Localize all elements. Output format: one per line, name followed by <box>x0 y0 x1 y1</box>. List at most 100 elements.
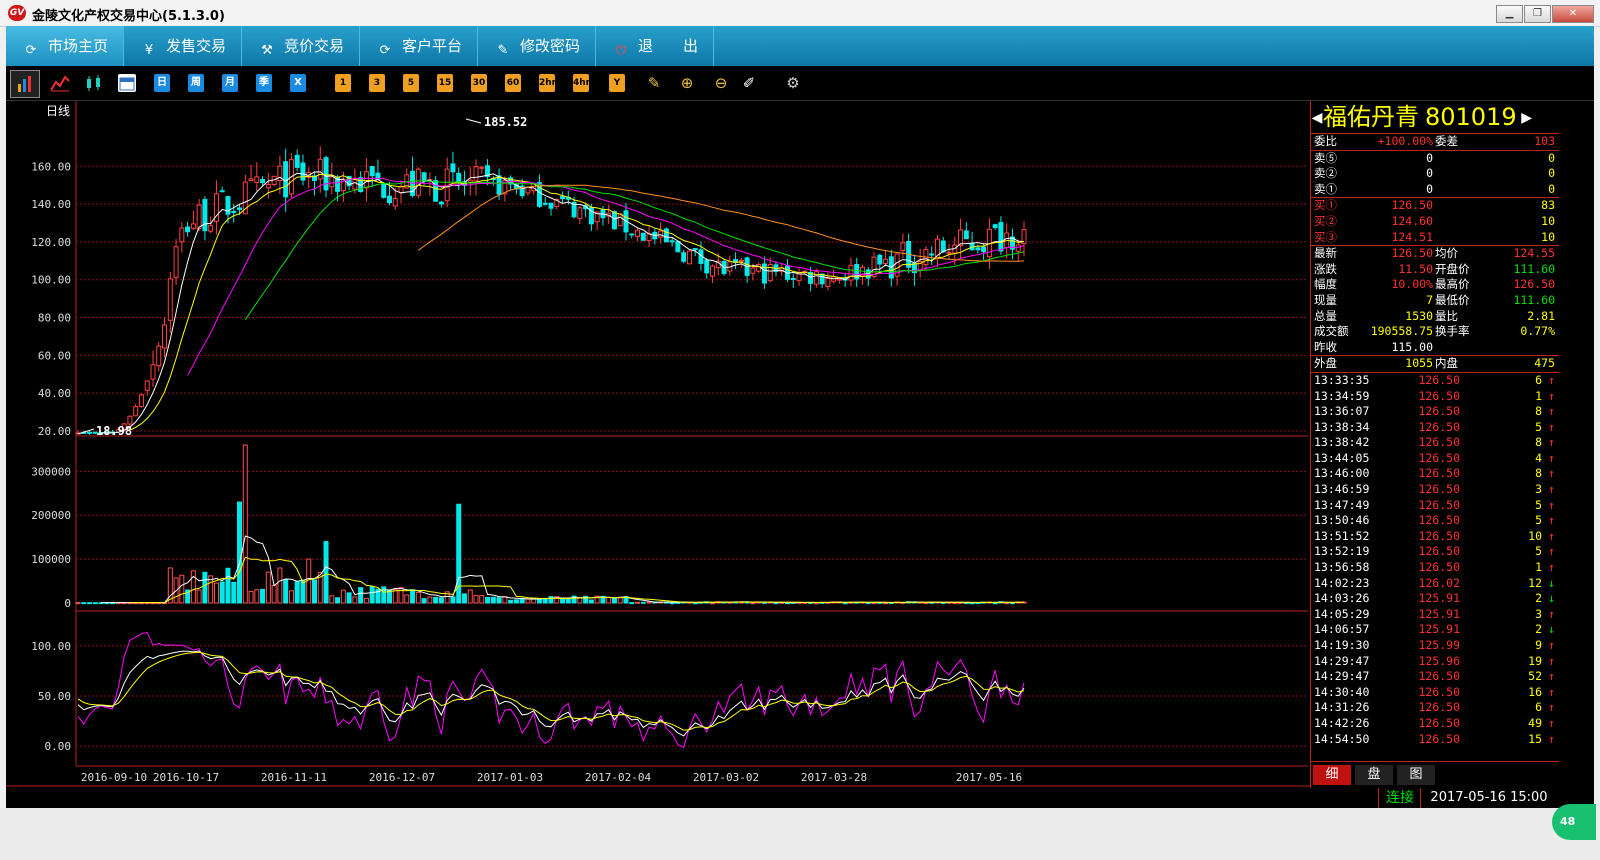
minute-button-6[interactable]: 2hr <box>539 74 556 92</box>
minute-button-2[interactable]: 5 <box>403 74 419 92</box>
menu-label: 退 出 <box>638 37 699 55</box>
tick-volume: 6 <box>1535 700 1542 715</box>
kline-chart-svg[interactable]: 日线 160.00 140.00 120.00 100.00 80.00 60.00 40.0… <box>6 101 1310 788</box>
minute-button-7[interactable]: 4hr <box>573 74 590 92</box>
candle-body <box>317 158 323 180</box>
bottom-bar <box>0 808 1600 860</box>
calendar-icon[interactable] <box>118 74 136 92</box>
chart-toolbar: 日周月季 X 1 3 5 15 30 60 2hr 4hr Y ✎ ⊕ ⊖ ✐ ⚙ <box>6 66 1594 101</box>
minute-button-3[interactable]: 15 <box>437 74 453 92</box>
window-title: 金陵文化产权交易中心(5.1.3.0) <box>32 9 225 24</box>
tick-time: 14:03:26 <box>1314 591 1370 606</box>
volume-bar <box>265 571 271 604</box>
next-stock-icon[interactable]: ▶ <box>1521 102 1533 133</box>
candle-body <box>369 166 375 177</box>
candle-chart-icon[interactable] <box>84 74 104 92</box>
candle-body <box>381 183 387 198</box>
tick-time: 14:29:47 <box>1314 669 1370 684</box>
minute-button-5[interactable]: 60 <box>505 74 521 92</box>
weicha-value: 103 <box>1534 134 1555 148</box>
period-button-4[interactable]: X <box>290 74 306 92</box>
minute-button-0[interactable]: 1 <box>335 74 351 92</box>
tick-row: 14:06:57 125.91 2 ↓ <box>1311 622 1560 638</box>
price-tick-label: 160.00 <box>31 160 71 173</box>
candle-body <box>900 242 906 251</box>
tick-price: 126.50 <box>1418 544 1460 559</box>
candle-body <box>1015 244 1021 252</box>
volume-bar <box>710 602 716 605</box>
volume-bar <box>479 594 485 604</box>
menu-item-2[interactable]: ⚒ 竞价交易 <box>242 26 360 66</box>
quote-tab-2[interactable]: 图 <box>1397 765 1435 785</box>
tick-direction-icon: ↑ <box>1548 513 1555 528</box>
volume-bar <box>560 598 566 604</box>
inner-value: 475 <box>1534 356 1555 371</box>
minute-button-1[interactable]: 3 <box>369 74 385 92</box>
minute-button-8[interactable]: Y <box>609 74 625 92</box>
period-button-2[interactable]: 月 <box>222 74 238 92</box>
candle-body <box>958 229 964 246</box>
candle-body <box>231 210 237 213</box>
menu-item-0[interactable]: ⟳ 市场主页 <box>6 26 124 66</box>
tick-direction-icon: ↓ <box>1548 575 1555 590</box>
quote-tab-0[interactable]: 细 <box>1313 765 1351 785</box>
volume-bar <box>196 589 202 604</box>
buy-row: 买② 124.60 10 <box>1311 214 1560 230</box>
kline-chart-panel[interactable]: 日线 160.00 140.00 120.00 100.00 80.00 60.00 40.0… <box>6 101 1310 788</box>
zoom-out-icon[interactable]: ⊖ <box>711 74 731 92</box>
tick-row: 14:30:40 126.50 16 ↑ <box>1311 685 1560 701</box>
maximize-button[interactable]: ❐ <box>1524 5 1551 23</box>
kline-chart-icon[interactable] <box>10 70 40 98</box>
stat-label: 均价 <box>1435 246 1458 261</box>
volume-tick-label: 200000 <box>31 509 71 522</box>
quote-panel: ◀福佑丹青 801019 ▶ 委比 +100.00% 委差 103 卖⑤ 0 0 卖② 0 0… <box>1310 101 1560 788</box>
volume-bar <box>323 541 329 604</box>
edit-icon[interactable]: ✐ <box>739 74 759 92</box>
period-button-1[interactable]: 周 <box>188 74 204 92</box>
side-scroll-strip <box>1559 101 1594 788</box>
prev-stock-icon[interactable]: ◀ <box>1311 102 1323 133</box>
volume-bar <box>467 589 473 604</box>
tick-price: 125.91 <box>1418 622 1460 637</box>
line-chart-icon[interactable] <box>50 74 70 92</box>
menu-item-1[interactable]: ¥ 发售交易 <box>124 26 242 66</box>
stat-label: 幅度 <box>1314 277 1337 292</box>
close-button[interactable]: ✕ <box>1552 5 1594 23</box>
menu-item-4[interactable]: ✎ 修改密码 <box>478 26 596 66</box>
candle-body <box>813 271 819 285</box>
volume-bar <box>669 602 675 605</box>
tick-price: 126.50 <box>1418 731 1460 746</box>
zoom-in-icon[interactable]: ⊕ <box>677 74 697 92</box>
candle-body <box>877 254 883 265</box>
tick-price: 125.91 <box>1418 591 1460 606</box>
tick-time: 14:54:50 <box>1314 731 1370 746</box>
volume-bar <box>502 596 508 604</box>
stat-value: 111.60 <box>1513 292 1555 307</box>
tick-time: 14:02:23 <box>1314 575 1370 590</box>
menu-item-3[interactable]: ⟳ 客户平台 <box>360 26 478 66</box>
floating-badge[interactable]: 48 <box>1552 804 1596 840</box>
volume-bar <box>260 588 266 604</box>
candle-body <box>386 195 392 204</box>
buy-price: 126.50 <box>1391 198 1433 213</box>
volume-tick-label: 0 <box>64 597 71 610</box>
period-button-0[interactable]: 日 <box>154 74 170 92</box>
minimize-button[interactable]: ▁ <box>1496 5 1523 23</box>
quote-tab-1[interactable]: 盘 <box>1355 765 1393 785</box>
tick-direction-icon: ↑ <box>1548 419 1555 434</box>
tick-price: 126.50 <box>1418 404 1460 419</box>
period-button-3[interactable]: 季 <box>256 74 272 92</box>
candle-body <box>456 172 462 183</box>
tick-volume: 5 <box>1535 513 1542 528</box>
candle-body <box>300 162 306 181</box>
volume-bar <box>306 558 312 604</box>
gear-icon[interactable]: ⚙ <box>783 74 803 92</box>
volume-bar <box>617 597 623 604</box>
menu-item-5[interactable]: ⏻ 退 出 <box>596 26 714 66</box>
minute-button-4[interactable]: 30 <box>471 74 487 92</box>
buy-label: 买② <box>1314 213 1337 228</box>
tick-row: 14:42:26 126.50 49 ↑ <box>1311 716 1560 732</box>
candle-body <box>219 190 225 193</box>
stat-value: 126.50 <box>1391 246 1433 261</box>
draw-tool-icon[interactable]: ✎ <box>644 74 664 92</box>
